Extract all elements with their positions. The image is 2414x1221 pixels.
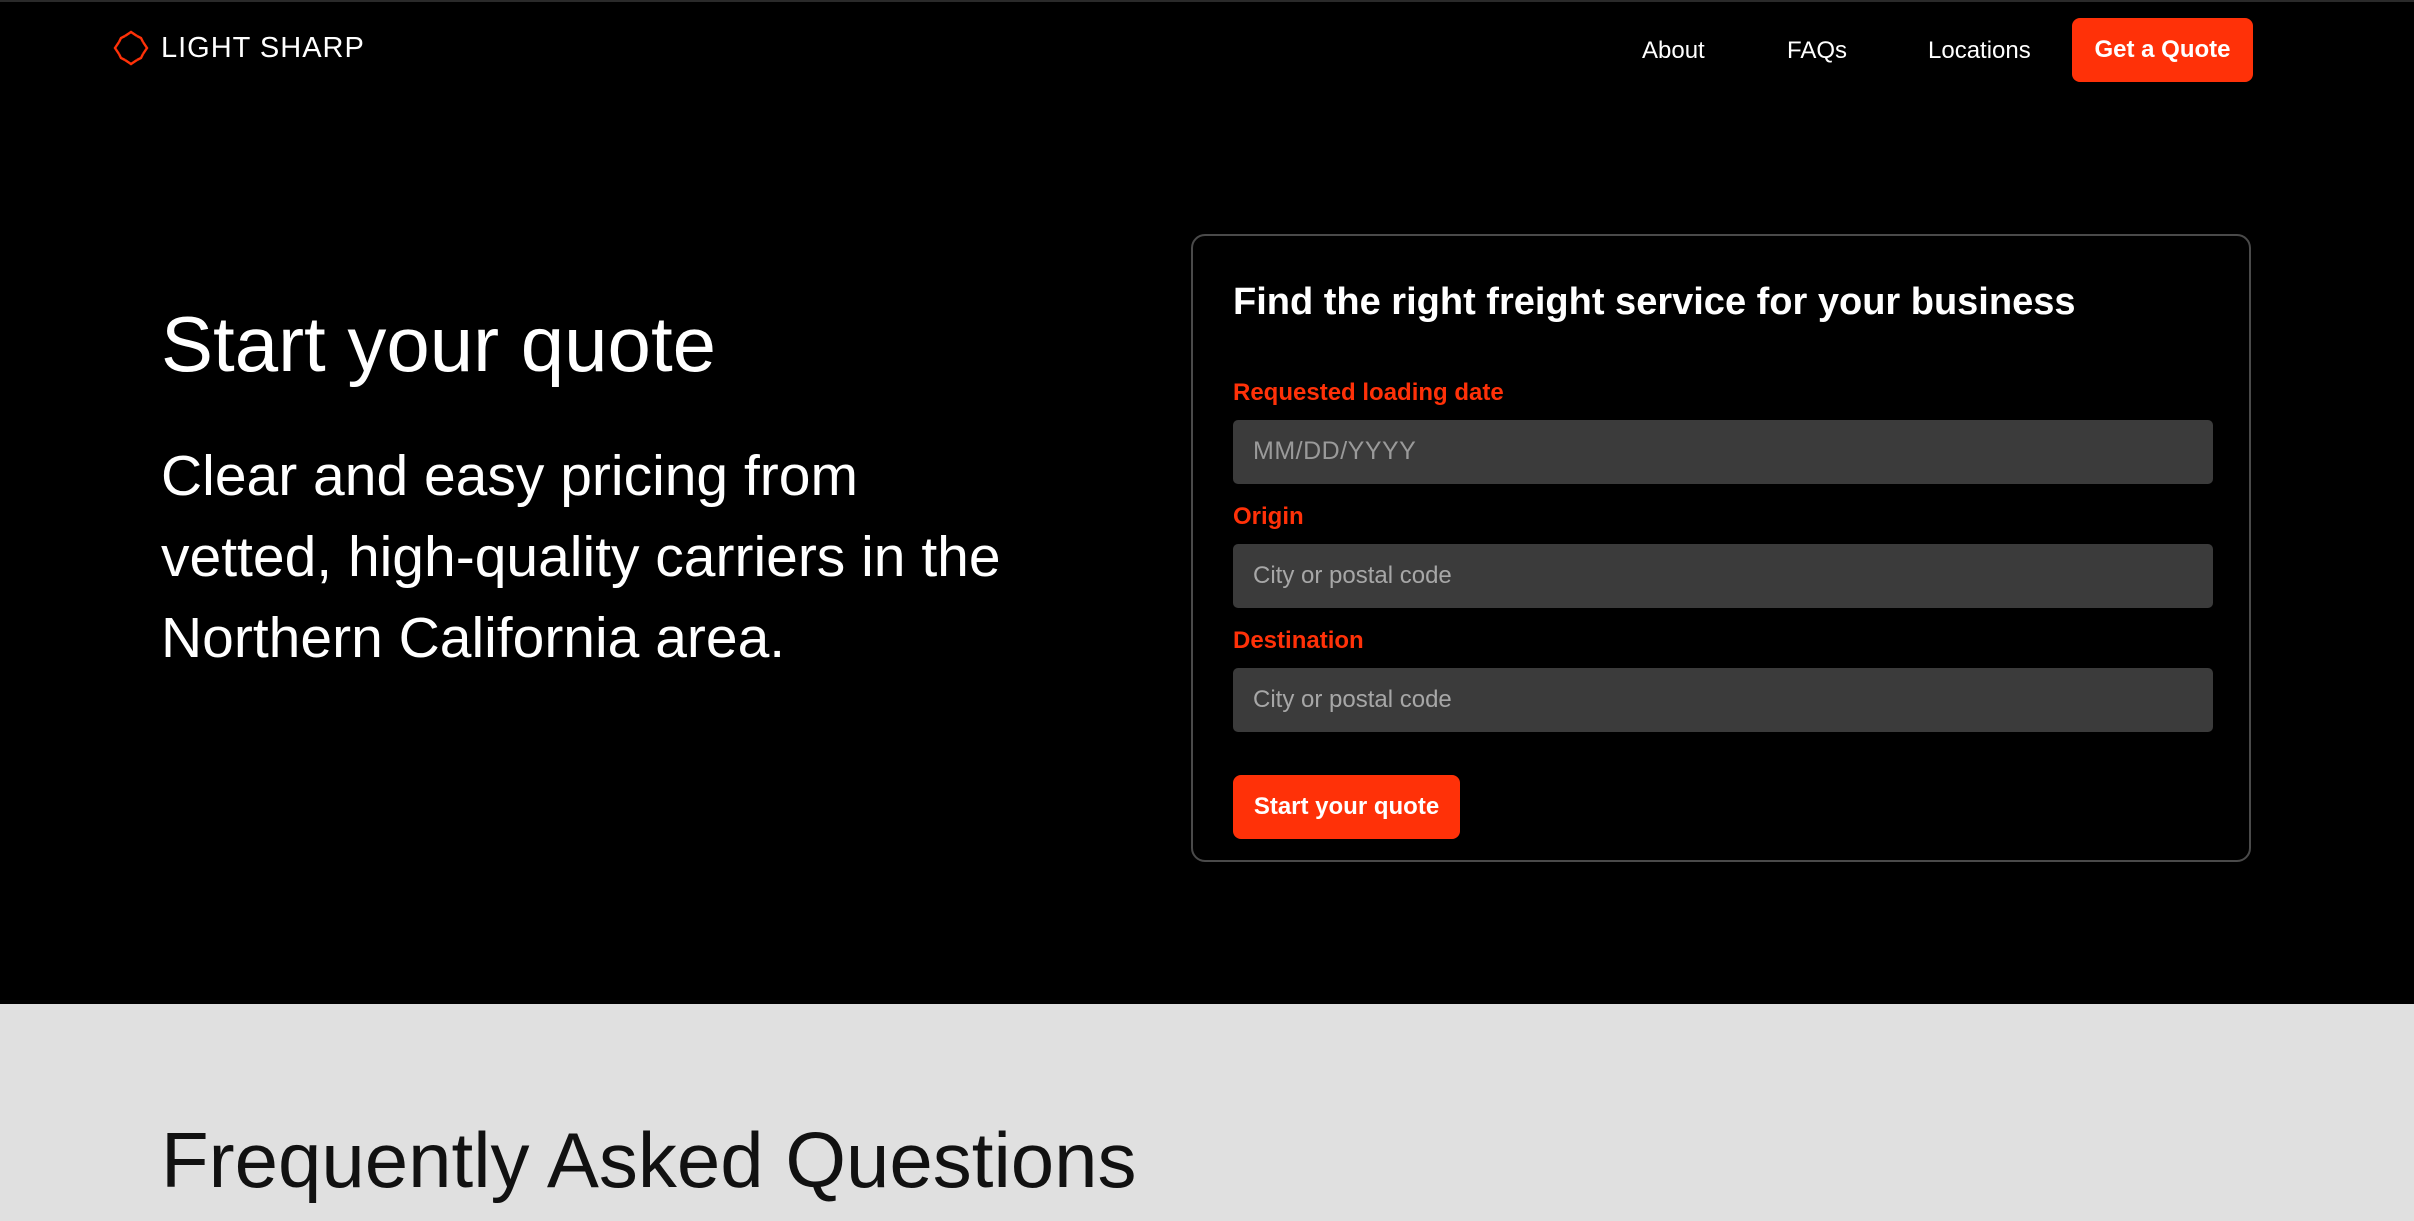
hero-title: Start your quote [161, 300, 716, 388]
destination-label: Destination [1233, 627, 1364, 654]
origin-input[interactable] [1233, 544, 2213, 608]
nav-faqs-link[interactable]: FAQs [1787, 34, 1847, 68]
hero-section: LIGHT SHARP About FAQs Locations Get a Q… [0, 0, 2414, 1004]
brand-name: LIGHT SHARP [161, 31, 365, 64]
nav-about-link[interactable]: About [1642, 34, 1705, 68]
quote-form-card: Find the right freight service for your … [1191, 234, 2251, 862]
burst-logo-icon [113, 30, 149, 66]
top-border [0, 0, 2414, 2]
brand-logo-link[interactable]: LIGHT SHARP [113, 28, 365, 68]
get-a-quote-button[interactable]: Get a Quote [2072, 18, 2253, 82]
origin-label: Origin [1233, 503, 1304, 530]
form-title: Find the right freight service for your … [1233, 281, 2076, 323]
loading-date-input[interactable] [1233, 420, 2213, 484]
start-quote-button[interactable]: Start your quote [1233, 775, 1460, 839]
loading-date-label: Requested loading date [1233, 379, 1504, 406]
nav-locations-link[interactable]: Locations [1928, 34, 2031, 68]
faq-title: Frequently Asked Questions [161, 1116, 1137, 1204]
destination-input[interactable] [1233, 668, 2213, 732]
faq-section: Frequently Asked Questions [0, 1004, 2414, 1221]
hero-subtitle: Clear and easy pricing from vetted, high… [161, 444, 1001, 670]
